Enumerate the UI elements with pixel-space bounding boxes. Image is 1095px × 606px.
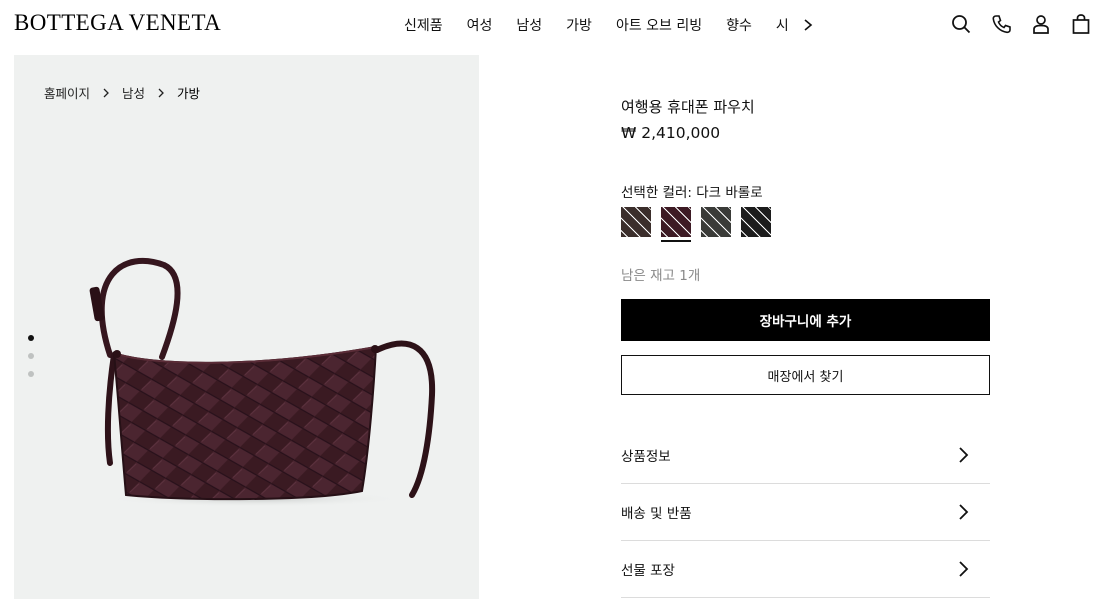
nav-item-art-of-living[interactable]: 아트 오브 리빙 <box>616 15 702 35</box>
phone-icon[interactable] <box>990 13 1012 35</box>
nav-item-fragrance[interactable]: 향수 <box>726 15 752 35</box>
product-gallery: 홈페이지 남성 가방 <box>14 55 479 599</box>
breadcrumb-men[interactable]: 남성 <box>122 83 145 102</box>
stock-status: 남은 재고 1개 <box>621 268 701 284</box>
brand-logo[interactable]: BOTTEGA VENETA <box>14 10 221 36</box>
breadcrumb-home[interactable]: 홈페이지 <box>44 83 90 102</box>
product-name: 여행용 휴대폰 파우치 <box>621 98 755 116</box>
chevron-right-icon <box>959 561 969 577</box>
gallery-dot-1[interactable] <box>28 335 34 341</box>
account-icon[interactable] <box>1030 13 1052 35</box>
header-icons <box>950 13 1092 35</box>
accordion-product-info[interactable]: 상품정보 <box>621 427 990 484</box>
gallery-dot-3[interactable] <box>28 371 34 377</box>
nav-item-men[interactable]: 남성 <box>516 15 542 35</box>
accordion-shipping-returns[interactable]: 배송 및 반품 <box>621 484 990 541</box>
swatch-dark-brown[interactable] <box>621 207 651 237</box>
nav-next-chevron-icon[interactable] <box>800 16 816 34</box>
shopping-bag-icon[interactable] <box>1070 13 1092 35</box>
product-image[interactable] <box>14 55 479 599</box>
nav-item-new[interactable]: 신제품 <box>404 15 443 35</box>
nav-item-women[interactable]: 여성 <box>467 15 493 35</box>
accordion-label: 배송 및 반품 <box>621 506 692 522</box>
chevron-right-icon <box>959 447 969 463</box>
gallery-pagination <box>28 335 34 377</box>
selected-color-label: 선택한 컬러: 다크 바롤로 <box>621 185 763 201</box>
accordion-label: 상품정보 <box>621 449 671 465</box>
breadcrumb-bags[interactable]: 가방 <box>177 83 200 102</box>
gallery-dot-2[interactable] <box>28 353 34 359</box>
main-nav: 신제품 여성 남성 가방 아트 오브 리빙 향수 시 <box>404 15 804 35</box>
find-in-store-button[interactable]: 매장에서 찾기 <box>621 355 990 395</box>
accordion-label: 선물 포장 <box>621 563 675 579</box>
swatch-dark-grey[interactable] <box>701 207 731 237</box>
product-info: 여행용 휴대폰 파우치 ₩ 2,410,000 선택한 컬러: 다크 바롤로 남… <box>621 96 990 598</box>
nav-item-truncated[interactable]: 시 <box>776 15 789 35</box>
accordion-gift-wrap[interactable]: 선물 포장 <box>621 541 990 598</box>
color-swatches <box>621 207 771 242</box>
nav-item-bags[interactable]: 가방 <box>566 15 592 35</box>
search-icon[interactable] <box>950 13 972 35</box>
breadcrumb-separator-icon <box>158 88 164 97</box>
swatch-dark-barolo[interactable] <box>661 207 691 242</box>
breadcrumb: 홈페이지 남성 가방 <box>44 83 200 102</box>
breadcrumb-separator-icon <box>103 88 109 97</box>
add-to-cart-button[interactable]: 장바구니에 추가 <box>621 299 990 341</box>
site-header: BOTTEGA VENETA 신제품 여성 남성 가방 아트 오브 리빙 향수 … <box>0 0 1095 50</box>
product-accordion: 상품정보 배송 및 반품 선물 포장 <box>621 427 990 598</box>
chevron-right-icon <box>959 504 969 520</box>
product-price: ₩ 2,410,000 <box>621 124 721 142</box>
swatch-black[interactable] <box>741 207 771 237</box>
